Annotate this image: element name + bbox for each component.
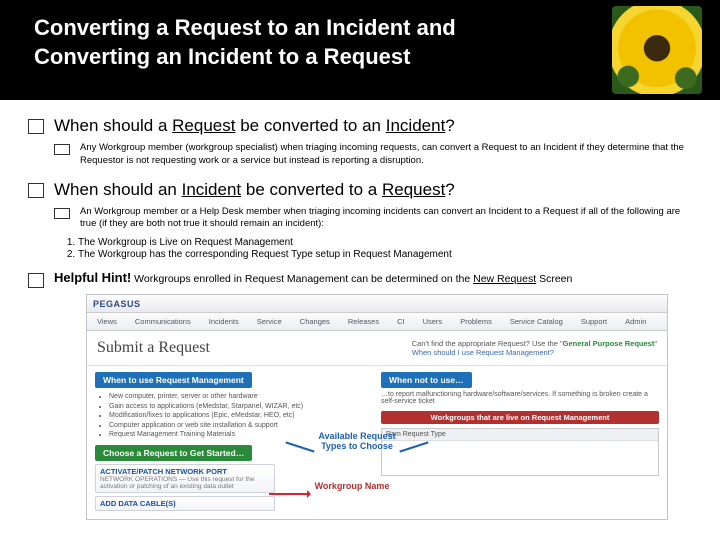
title-line-2: Converting an Incident to a Request <box>34 44 410 69</box>
text-green: General Purpose Request <box>563 339 655 348</box>
text: ? <box>445 116 454 135</box>
underline-request: Request <box>172 116 235 135</box>
hint-row: Helpful Hint! Workgroups enrolled in Req… <box>28 270 692 288</box>
columns: When to use Request Management New compu… <box>87 366 667 519</box>
text: be converted to a <box>241 180 382 199</box>
nav-item[interactable]: Support <box>581 317 607 326</box>
underline-request: Request <box>382 180 445 199</box>
checkbox-icon <box>54 208 70 219</box>
choose-request-tab: Choose a Request to Get Started… <box>95 445 252 461</box>
underline-incident: Incident <box>182 180 242 199</box>
app-logo: PEGASUS <box>93 299 141 309</box>
nav-item[interactable]: Incidents <box>209 317 239 326</box>
nav-item[interactable]: Users <box>423 317 443 326</box>
slide-header: Converting a Request to an Incident and … <box>0 0 720 100</box>
nav-item[interactable]: Service Catalog <box>510 317 563 326</box>
section-1-heading: When should a Request be converted to an… <box>54 116 455 136</box>
section-2-note-row: An Workgroup member or a Help Desk membe… <box>54 206 692 232</box>
section-2-list: The Workgroup is Live on Request Managem… <box>78 237 692 260</box>
nav-item[interactable]: Views <box>97 317 117 326</box>
list-item: The Workgroup is Live on Request Managem… <box>78 237 692 248</box>
underline-incident: Incident <box>386 116 446 135</box>
section-1-note-row: Any Workgroup member (workgroup speciali… <box>54 142 692 168</box>
nav-item[interactable]: Problems <box>460 317 492 326</box>
checkbox-icon <box>54 144 70 155</box>
text: When should an <box>54 180 182 199</box>
text: Can't find the appropriate Request? Use … <box>412 339 563 348</box>
checkbox-icon <box>28 273 44 288</box>
nav-item[interactable]: CI <box>397 317 405 326</box>
when-not-text: …to report malfunctioning hardware/softw… <box>381 391 659 405</box>
item-title: ADD DATA CABLE(S) <box>100 499 270 508</box>
tip-link[interactable]: When should I use Request Management? <box>412 348 657 357</box>
list-item: Gain access to applications (eMedstar, S… <box>109 402 373 411</box>
list-item: The Workgroup has the corresponding Requ… <box>78 249 692 260</box>
underline-new-request: New Request <box>473 273 536 285</box>
text: When should a <box>54 116 172 135</box>
sunflower-image <box>612 6 702 94</box>
nav-item[interactable]: Changes <box>300 317 330 326</box>
text: Workgroups enrolled in Request Managemen… <box>131 273 473 285</box>
section-2-heading: When should an Incident be converted to … <box>54 180 455 200</box>
when-not-tab: When not to use… <box>381 372 472 388</box>
section-1-note: Any Workgroup member (workgroup speciali… <box>80 142 692 168</box>
embedded-screenshot: PEGASUS Views Communications Incidents S… <box>86 294 668 520</box>
table-header: Ram Request Type <box>382 429 658 441</box>
list-item: Modification/fixes to applications (Epic… <box>109 411 373 420</box>
title-line-1: Converting a Request to an Incident and <box>34 15 456 40</box>
workgroup-table: Ram Request Type <box>381 428 659 476</box>
request-type-list: ACTIVATE/PATCH NETWORK PORT NETWORK OPER… <box>95 464 275 511</box>
text: be converted to an <box>235 116 385 135</box>
checkbox-icon <box>28 119 44 134</box>
list-item: New computer, printer, server or other h… <box>109 392 373 401</box>
callout-workgroup-name: Workgroup Name <box>302 482 402 491</box>
item-title: ACTIVATE/PATCH NETWORK PORT <box>100 467 270 476</box>
item-subtitle: NETWORK OPERATIONS — Use this request fo… <box>100 476 270 490</box>
arrow-icon <box>269 493 309 495</box>
nav-item[interactable]: Service <box>257 317 282 326</box>
section-2: When should an Incident be converted to … <box>28 180 692 200</box>
nav-item[interactable]: Releases <box>348 317 379 326</box>
section-1: When should a Request be converted to an… <box>28 116 692 136</box>
nav-item[interactable]: Admin <box>625 317 646 326</box>
text: Screen <box>536 273 572 285</box>
callout-available-types: Available Request Types to Choose <box>312 432 402 451</box>
text: ? <box>445 180 454 199</box>
page-title: Submit a Request <box>97 339 210 357</box>
app-nav: Views Communications Incidents Service C… <box>87 313 667 331</box>
section-2-note: An Workgroup member or a Help Desk membe… <box>80 206 692 232</box>
page-tip: Can't find the appropriate Request? Use … <box>412 339 657 357</box>
request-type-item[interactable]: ACTIVATE/PATCH NETWORK PORT NETWORK OPER… <box>95 464 275 493</box>
hint-label: Helpful Hint! <box>54 270 131 285</box>
app-header-bar: PEGASUS <box>87 295 667 313</box>
request-type-item[interactable]: ADD DATA CABLE(S) <box>95 496 275 511</box>
page-title-bar: Submit a Request Can't find the appropri… <box>87 331 667 366</box>
checkbox-icon <box>28 183 44 198</box>
nav-item[interactable]: Communications <box>135 317 191 326</box>
text: " <box>654 339 657 348</box>
live-workgroups-tab: Workgroups that are live on Request Mana… <box>381 411 659 424</box>
hint-line: Helpful Hint! Workgroups enrolled in Req… <box>54 270 572 285</box>
slide-body: When should a Request be converted to an… <box>0 100 720 520</box>
when-use-tab: When to use Request Management <box>95 372 252 388</box>
list-item: Computer application or web site install… <box>109 421 373 430</box>
